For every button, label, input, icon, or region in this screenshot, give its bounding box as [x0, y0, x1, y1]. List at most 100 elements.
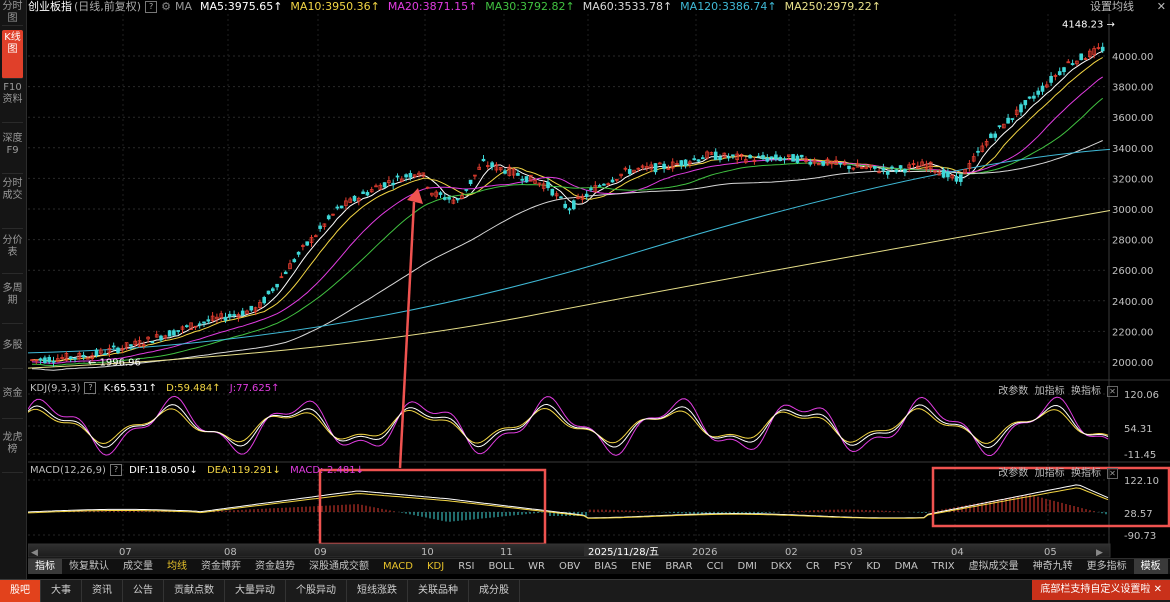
- indicator-tab-21[interactable]: KD: [859, 559, 887, 574]
- candle-body: [821, 160, 825, 166]
- candle-body: [1032, 95, 1036, 99]
- bottom-tab-6[interactable]: 个股异动: [286, 580, 347, 602]
- indicator-tab-22[interactable]: DMA: [888, 559, 925, 574]
- indicator-tab-17[interactable]: DMI: [731, 559, 764, 574]
- candle-body: [395, 175, 400, 178]
- indicator-tab-4[interactable]: 资金博弈: [194, 559, 248, 574]
- macd-close-icon[interactable]: ✕: [1107, 468, 1118, 479]
- side-tab-dragon-tiger[interactable]: 龙虎榜: [2, 432, 23, 473]
- macd-header: MACD(12,26,9)? DIF:118.050↓ DEA:119.291↓…: [30, 464, 364, 477]
- help-icon[interactable]: ?: [84, 382, 97, 394]
- macd-add-button[interactable]: 加指标: [1035, 468, 1065, 479]
- bottom-tab-2[interactable]: 资讯: [82, 580, 123, 602]
- indicator-tab-25[interactable]: 神奇九转: [1026, 559, 1080, 574]
- kdj-d-arrow: ↑: [212, 383, 221, 394]
- side-tab-trades[interactable]: 分时成交: [2, 178, 23, 229]
- candle-body: [748, 155, 752, 159]
- indicator-tab-6[interactable]: 深股通成交额: [302, 559, 376, 574]
- ma-line: [31, 76, 1103, 364]
- help-icon[interactable]: ?: [109, 464, 122, 476]
- indicator-tab-18[interactable]: DKX: [764, 559, 799, 574]
- price-tick-label: 3000.00: [1112, 205, 1153, 216]
- indicator-tab-7[interactable]: MACD: [376, 559, 420, 574]
- gear-icon[interactable]: ⚙: [161, 0, 171, 13]
- candle-body: [305, 241, 309, 246]
- side-tab-price-table[interactable]: 分价表: [2, 235, 23, 274]
- indicator-tab-16[interactable]: CCI: [700, 559, 731, 574]
- indicator-tab-8[interactable]: KDJ: [420, 559, 451, 574]
- candle-body: [550, 188, 555, 196]
- macd-tick-label: -90.73: [1124, 531, 1156, 542]
- indicator-tab-19[interactable]: CR: [799, 559, 827, 574]
- candle-body: [516, 173, 520, 176]
- price-tick-label: 2000.00: [1112, 358, 1153, 369]
- macd-params-button[interactable]: 改参数: [998, 468, 1028, 479]
- kdj-switch-button[interactable]: 换指标: [1071, 386, 1101, 397]
- bottom-hint[interactable]: 底部栏支持自定义设置啦 ✕: [1032, 580, 1170, 600]
- kdj-add-button[interactable]: 加指标: [1035, 386, 1065, 397]
- candle-body: [774, 154, 778, 160]
- bottom-tab-8[interactable]: 关联品种: [408, 580, 469, 602]
- indicator-tab-2[interactable]: 成交量: [116, 559, 160, 574]
- indicator-tab-0[interactable]: 指标: [28, 559, 62, 574]
- bottom-tab-9[interactable]: 成分股: [469, 580, 520, 602]
- indicator-tab-3[interactable]: 均线: [160, 559, 194, 574]
- price-tick-label: 3200.00: [1112, 174, 1153, 185]
- bottom-tab-3[interactable]: 公告: [123, 580, 164, 602]
- bottom-tab-4[interactable]: 贡献点数: [164, 580, 225, 602]
- candle-body: [756, 155, 761, 158]
- indicator-tab-5[interactable]: 资金趋势: [248, 559, 302, 574]
- candle-body: [627, 169, 632, 174]
- candle-body: [1027, 96, 1032, 99]
- side-tab-kline[interactable]: K线图: [2, 30, 23, 79]
- bottom-tab-5[interactable]: 大量异动: [225, 580, 286, 602]
- indicator-tab-27[interactable]: 模板: [1133, 559, 1168, 574]
- side-tab-multi-period[interactable]: 多周期: [2, 283, 23, 324]
- candle-body: [898, 165, 903, 169]
- help-icon[interactable]: ?: [145, 1, 158, 13]
- x-axis-label: 04: [951, 547, 964, 558]
- candle-body: [799, 154, 804, 158]
- candle-body: [890, 166, 894, 169]
- close-icon[interactable]: ✕: [1157, 0, 1166, 14]
- candle-body: [1019, 104, 1023, 113]
- bottom-tab-7[interactable]: 短线涨跌: [347, 580, 408, 602]
- indicator-tab-13[interactable]: BIAS: [587, 559, 624, 574]
- ma-value-3: MA30:3792.82↑: [485, 0, 575, 13]
- indicator-tab-11[interactable]: WR: [521, 559, 552, 574]
- side-tab-funds[interactable]: 资金: [2, 388, 23, 419]
- indicator-tab-10[interactable]: BOLL: [481, 559, 521, 574]
- candle-body: [270, 288, 275, 292]
- indicator-tab-9[interactable]: RSI: [451, 559, 481, 574]
- indicator-tab-23[interactable]: TRIX: [925, 559, 962, 574]
- macd-switch-button[interactable]: 换指标: [1071, 468, 1101, 479]
- candle-body: [567, 208, 572, 211]
- indicator-tab-24[interactable]: 虚拟成交量: [962, 559, 1026, 574]
- candle-body: [881, 167, 886, 171]
- candle-body: [1049, 75, 1053, 83]
- kdj-close-icon[interactable]: ✕: [1107, 386, 1118, 397]
- kdj-params-button[interactable]: 改参数: [998, 386, 1028, 397]
- indicator-tab-14[interactable]: ENE: [624, 559, 658, 574]
- side-tab-multi-stock[interactable]: 多股: [2, 340, 23, 369]
- macd-dea-arrow: ↓: [272, 465, 281, 476]
- indicator-tab-26[interactable]: 更多指标: [1080, 559, 1134, 574]
- bottom-tab-1[interactable]: 大事: [41, 580, 82, 602]
- side-tab-timeshare[interactable]: 分时图: [2, 0, 23, 26]
- indicator-tab-20[interactable]: PSY: [827, 559, 860, 574]
- candle-body: [167, 330, 172, 337]
- side-tab-depth[interactable]: 深度F9: [2, 133, 23, 174]
- ma-label: MA: [174, 0, 192, 13]
- close-icon[interactable]: ✕: [1154, 584, 1162, 595]
- bottom-tab-0[interactable]: 股吧: [0, 580, 41, 602]
- candle-body: [184, 325, 189, 328]
- indicator-tab-1[interactable]: 恢复默认: [62, 559, 116, 574]
- time-scrollbar: [28, 543, 1111, 558]
- side-tab-f10[interactable]: F10资料: [2, 82, 23, 123]
- x-axis-label: 07: [119, 547, 132, 558]
- candle-body: [464, 189, 469, 191]
- indicator-tab-15[interactable]: BRAR: [658, 559, 699, 574]
- indicator-tab-12[interactable]: OBV: [552, 559, 587, 574]
- set-ma-button[interactable]: 设置均线: [1090, 0, 1134, 14]
- macd-tick-label: 28.57: [1124, 509, 1153, 520]
